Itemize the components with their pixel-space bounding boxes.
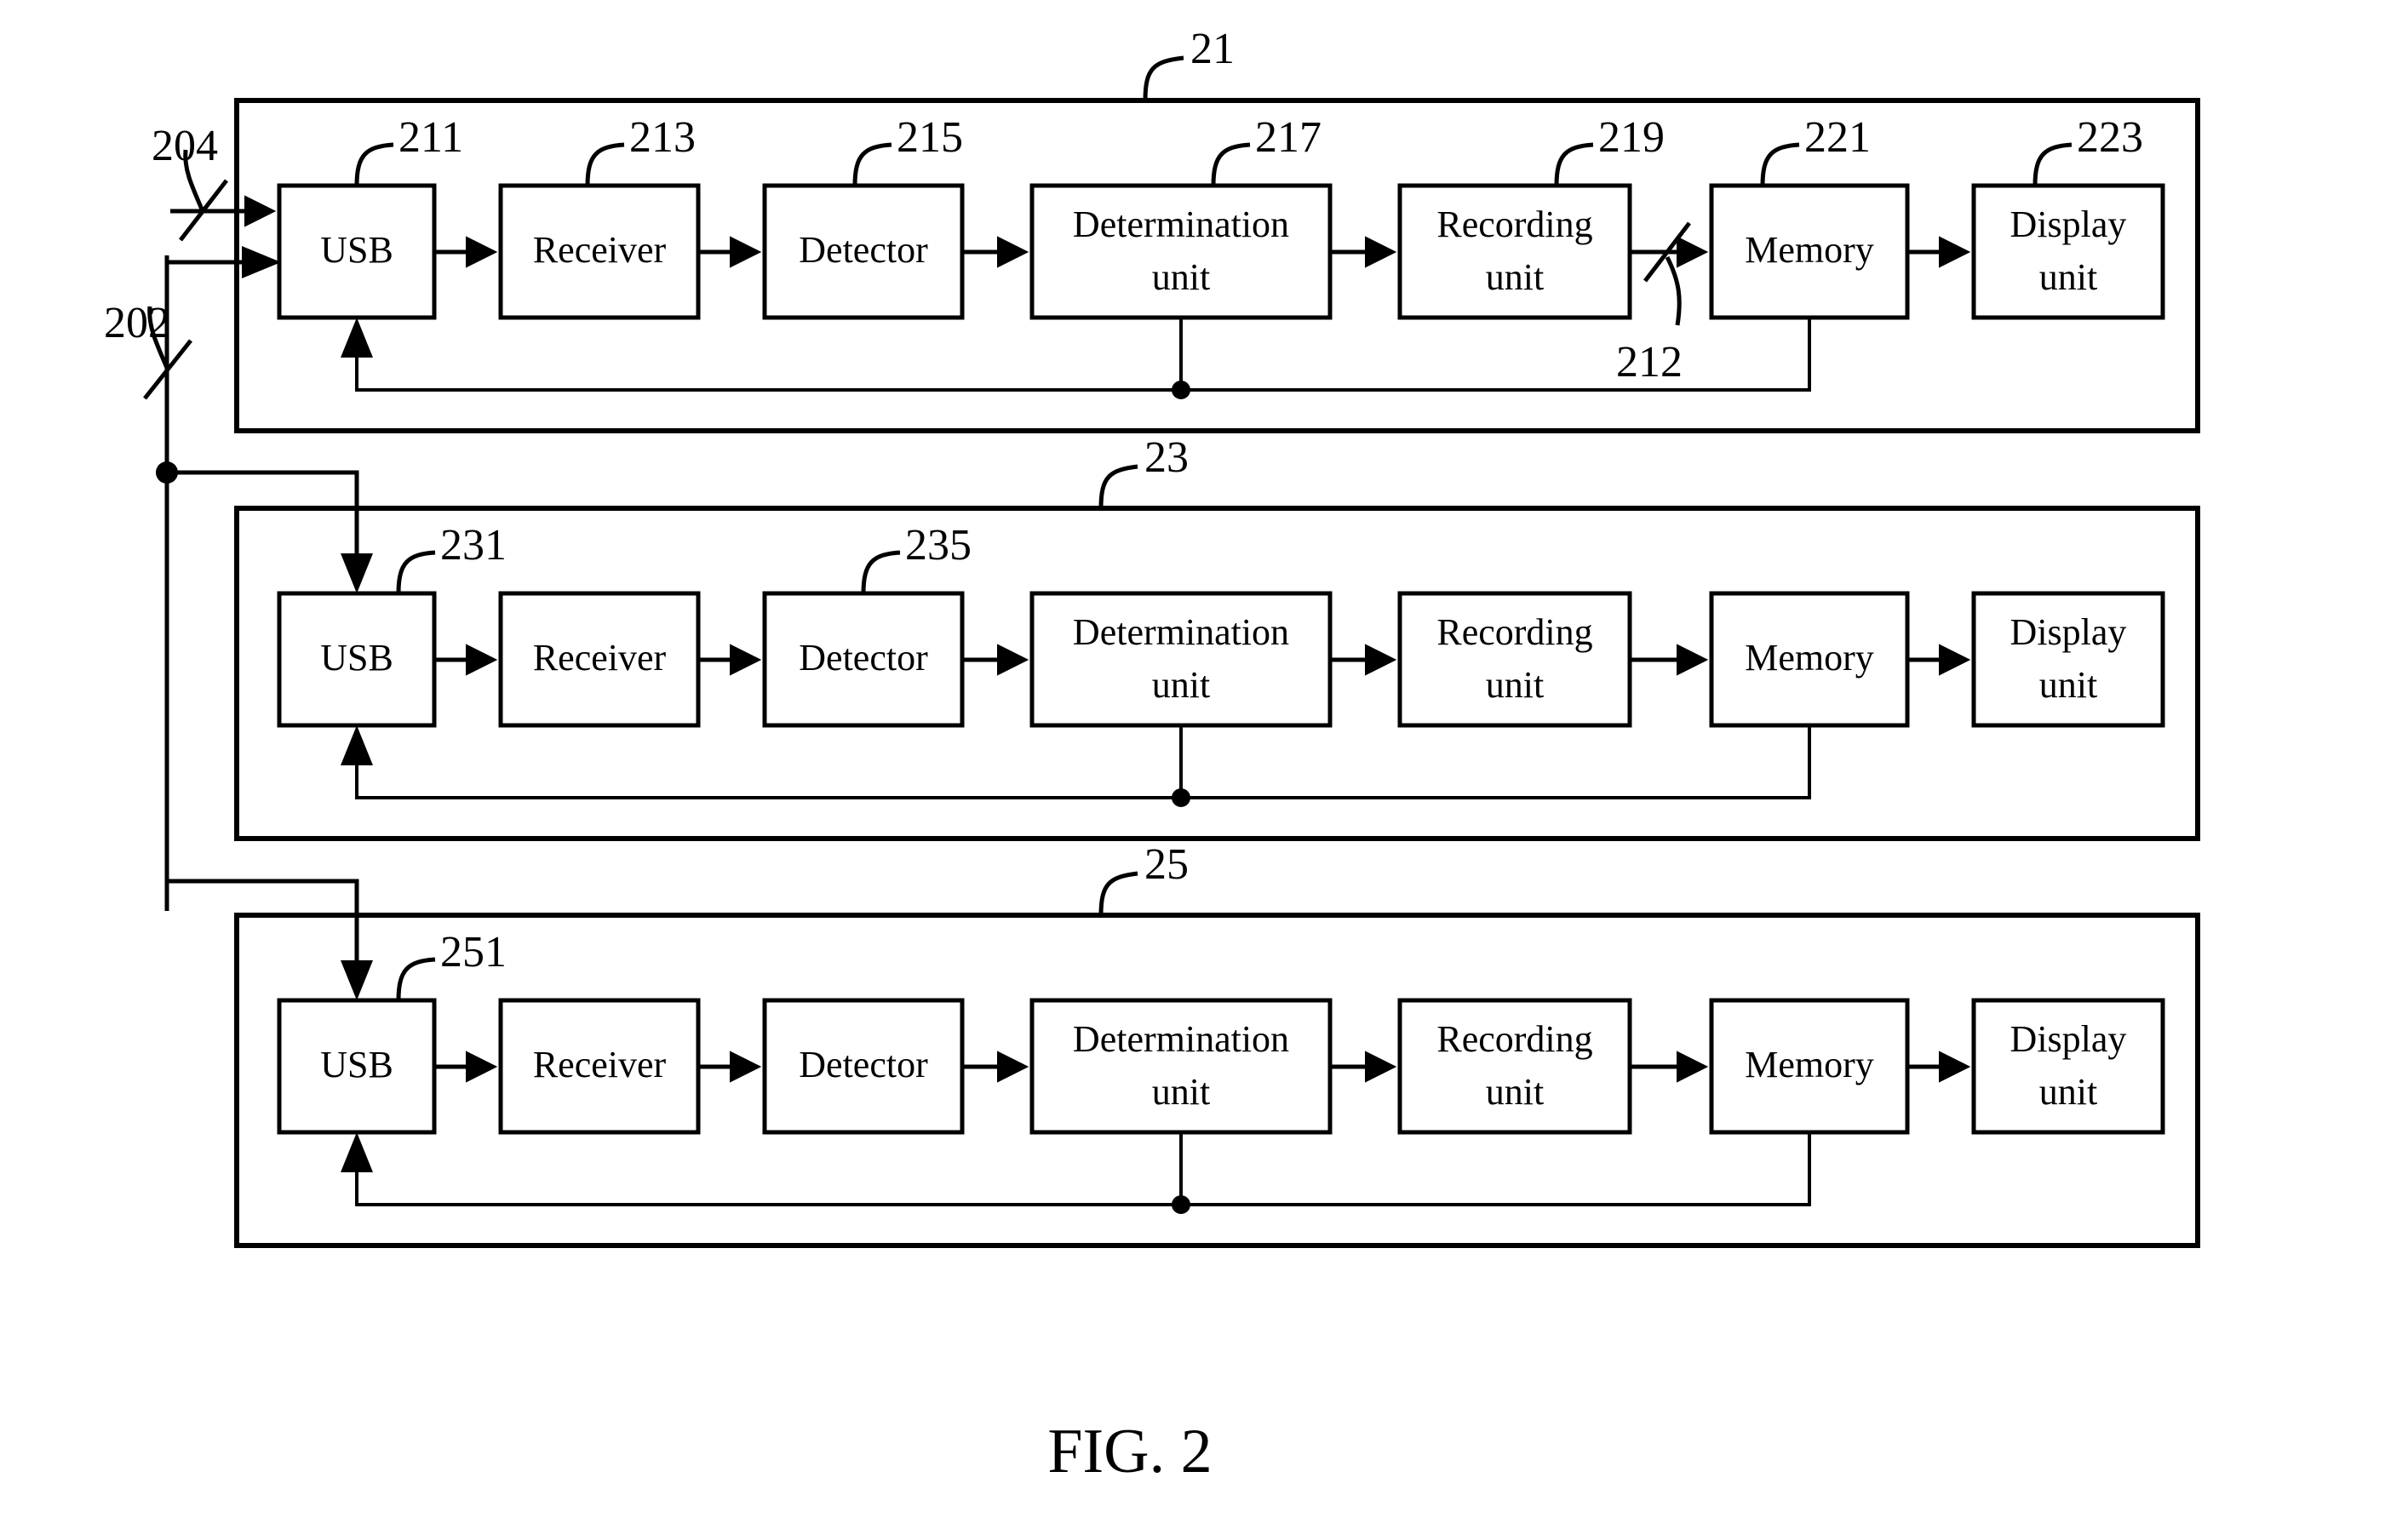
leader-212 xyxy=(1665,255,1682,326)
ref-label-202: 202 xyxy=(104,299,170,347)
ref-label-215: 215 xyxy=(897,113,963,162)
block-display-unit-1-label-line1: Display xyxy=(2010,203,2127,245)
feedback-arrowhead-1 xyxy=(341,318,373,358)
feedback-arrowhead-3 xyxy=(341,1132,373,1172)
ref-label-223: 223 xyxy=(2077,113,2143,162)
leader-219 xyxy=(1554,142,1594,186)
leader-223 xyxy=(2032,142,2073,186)
ref-label-221: 221 xyxy=(1804,113,1871,162)
leader-251 xyxy=(396,957,436,1001)
block-diagram: 21 USB Receiver Detector Determination u… xyxy=(104,25,2200,1486)
block-determination-unit-3-label-line2: unit xyxy=(1152,1071,1210,1113)
arrowhead-usb1-lower xyxy=(242,246,281,278)
junction-dot-2 xyxy=(1172,788,1190,807)
junction-dot-3 xyxy=(1172,1195,1190,1214)
ref-label-213: 213 xyxy=(629,113,696,162)
branch-to-usb2 xyxy=(167,470,359,581)
block-display-unit-3-label-line2: unit xyxy=(2039,1071,2097,1113)
feedback-wire-2 xyxy=(355,725,1811,799)
block-determination-unit-1-label-line1: Determination xyxy=(1073,203,1289,245)
leader-235 xyxy=(861,550,901,594)
leader-221 xyxy=(1760,142,1800,186)
figure-canvas: 21 USB Receiver Detector Determination u… xyxy=(0,0,2408,1529)
group-25[interactable]: 25 USB Receiver Detector Determination u… xyxy=(234,840,2200,1248)
block-display-unit-2-label-line2: unit xyxy=(2039,664,2097,706)
arrowhead-usb2-top xyxy=(341,553,373,593)
group-25-outline xyxy=(234,913,2200,1248)
group-21[interactable]: 21 USB Receiver Detector Determination u… xyxy=(234,25,2200,433)
ref-label-231: 231 xyxy=(440,521,507,570)
leader-23 xyxy=(1098,464,1138,509)
leader-215 xyxy=(852,142,892,186)
ref-label-23: 23 xyxy=(1144,433,1189,482)
figure-caption: FIG. 2 xyxy=(1047,1417,1212,1486)
block-receiver-1-label: Receiver xyxy=(533,229,667,271)
block-determination-unit-3-label-line1: Determination xyxy=(1073,1018,1289,1060)
block-determination-unit-1-label-line2: unit xyxy=(1152,256,1210,298)
leader-217 xyxy=(1211,142,1251,186)
block-receiver-3-label: Receiver xyxy=(533,1044,667,1085)
block-receiver-2-label: Receiver xyxy=(533,637,667,679)
group-21-outline xyxy=(234,98,2200,433)
ref-label-235: 235 xyxy=(905,521,972,570)
block-determination-unit-2-label-line1: Determination xyxy=(1073,611,1289,653)
leader-25 xyxy=(1098,871,1138,916)
block-recording-unit-3-label-line1: Recording xyxy=(1436,1018,1592,1060)
feedback-wire-3 xyxy=(355,1132,1811,1206)
group-23-outline xyxy=(234,506,2200,841)
group-23[interactable]: 23 USB Receiver Detector Determination u… xyxy=(234,433,2200,841)
block-usb-2-label: USB xyxy=(320,637,393,679)
ref-label-211: 211 xyxy=(398,113,463,162)
feedback-wire-1 xyxy=(355,318,1811,392)
block-memory-3-label: Memory xyxy=(1745,1044,1874,1085)
block-recording-unit-2-label-line1: Recording xyxy=(1436,611,1592,653)
arrowhead-usb3-top xyxy=(341,960,373,1000)
ref-label-25: 25 xyxy=(1144,840,1189,889)
ref-label-217: 217 xyxy=(1255,113,1322,162)
block-recording-unit-2-label-line2: unit xyxy=(1486,664,1544,706)
leader-211 xyxy=(354,142,394,186)
ref-label-251: 251 xyxy=(440,928,507,976)
branch-to-usb3 xyxy=(167,879,359,988)
block-memory-1-label: Memory xyxy=(1745,229,1874,271)
block-detector-3-label: Detector xyxy=(799,1044,928,1085)
leader-231 xyxy=(396,550,436,594)
block-determination-unit-2-label-line2: unit xyxy=(1152,664,1210,706)
block-detector-1-label: Detector xyxy=(799,229,928,271)
block-usb-3-label: USB xyxy=(320,1044,393,1085)
leader-213 xyxy=(585,142,625,186)
block-recording-unit-1-label-line1: Recording xyxy=(1436,203,1592,245)
block-recording-unit-1-label-line2: unit xyxy=(1486,256,1544,298)
ref-label-21: 21 xyxy=(1190,25,1235,73)
block-recording-unit-3-label-line2: unit xyxy=(1486,1071,1544,1113)
junction-dot-1 xyxy=(1172,381,1190,399)
ref-label-219: 219 xyxy=(1598,113,1665,162)
block-usb-1-label: USB xyxy=(320,229,393,271)
ref-label-212: 212 xyxy=(1616,338,1683,387)
feedback-arrowhead-2 xyxy=(341,725,373,765)
block-display-unit-2-label-line1: Display xyxy=(2010,611,2127,653)
block-detector-2-label: Detector xyxy=(799,637,928,679)
block-display-unit-3-label-line1: Display xyxy=(2010,1018,2127,1060)
ref-label-204: 204 xyxy=(152,122,218,170)
leader-21 xyxy=(1143,55,1184,101)
block-display-unit-1-label-line2: unit xyxy=(2039,256,2097,298)
block-memory-2-label: Memory xyxy=(1745,637,1874,679)
